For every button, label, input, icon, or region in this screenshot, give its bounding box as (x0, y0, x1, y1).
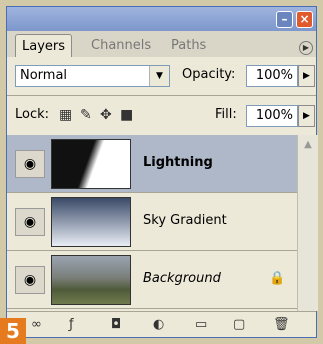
layer-row-sky-gradient[interactable]: ◉ Sky Gradient (7, 193, 297, 251)
fill-input[interactable]: 100% (246, 105, 298, 127)
lock-all-icon[interactable]: ■ (120, 107, 133, 123)
layers-list: ◉ Lightning ◉ Sky Gradient ◉ Background … (7, 135, 297, 311)
tab-layers[interactable]: Layers (15, 34, 73, 57)
layers-panel: – × Layers Channels Paths ▶ Normal ▼ Opa… (6, 6, 318, 338)
lock-brush-icon[interactable]: ✎ (80, 107, 92, 123)
fill-label: Fill: (215, 107, 237, 122)
tab-channels[interactable]: Channels (85, 34, 157, 57)
link-layers-icon[interactable]: ∞ (31, 317, 42, 332)
layer-mask-icon[interactable]: ◘ (111, 317, 121, 332)
new-group-icon[interactable]: ▭ (195, 317, 207, 332)
layer-thumbnail (51, 139, 131, 189)
adjustment-layer-icon[interactable]: ◐ (153, 317, 164, 332)
layer-name: Sky Gradient (143, 213, 227, 228)
panel-bottom-toolbar: ∞ ƒ ◘ ◐ ▭ ▢ 🗑 (7, 311, 316, 337)
trash-icon[interactable]: 🗑 (273, 317, 290, 332)
divider (7, 95, 316, 96)
lock-icon: 🔒 (269, 271, 286, 286)
tab-paths[interactable]: Paths (165, 34, 212, 57)
opacity-label: Opacity: (182, 67, 236, 82)
lock-move-icon[interactable]: ✥ (100, 107, 112, 123)
fill-slider-button[interactable]: ▶ (298, 105, 315, 127)
layer-style-icon[interactable]: ƒ (69, 317, 74, 332)
panel-titlebar: – × (7, 7, 316, 31)
lock-row: Lock: ▦ ✎ ✥ ■ Fill: 100% ▶ (7, 97, 316, 135)
blend-mode-value: Normal (20, 68, 68, 83)
panel-tabs: Layers Channels Paths ▶ (7, 31, 316, 57)
scroll-up-icon[interactable]: ▲ (300, 137, 316, 153)
opacity-slider-button[interactable]: ▶ (298, 65, 315, 87)
lock-label: Lock: (15, 107, 50, 122)
layer-name: Background (143, 271, 221, 286)
step-number-badge: 5 (0, 318, 26, 344)
layer-row-lightning[interactable]: ◉ Lightning (7, 135, 297, 193)
layer-row-background[interactable]: ◉ Background 🔒 (7, 251, 297, 309)
blend-row: Normal ▼ Opacity: 100% ▶ (7, 57, 316, 95)
blend-mode-select[interactable]: Normal ▼ (15, 65, 170, 87)
visibility-eye-icon[interactable]: ◉ (15, 266, 45, 294)
minimize-button[interactable]: – (276, 11, 293, 28)
layers-scrollbar[interactable]: ▲ (297, 135, 318, 311)
layer-name: Lightning (143, 155, 213, 170)
new-layer-icon[interactable]: ▢ (233, 317, 245, 332)
visibility-eye-icon[interactable]: ◉ (15, 208, 45, 236)
chevron-down-icon[interactable]: ▼ (149, 66, 169, 86)
visibility-eye-icon[interactable]: ◉ (15, 150, 45, 178)
layer-thumbnail (51, 197, 131, 247)
opacity-input[interactable]: 100% (246, 65, 298, 87)
layer-thumbnail (51, 255, 131, 305)
lock-transparency-icon[interactable]: ▦ (59, 107, 72, 123)
panel-menu-icon[interactable]: ▶ (299, 41, 313, 55)
close-button[interactable]: × (296, 11, 313, 28)
